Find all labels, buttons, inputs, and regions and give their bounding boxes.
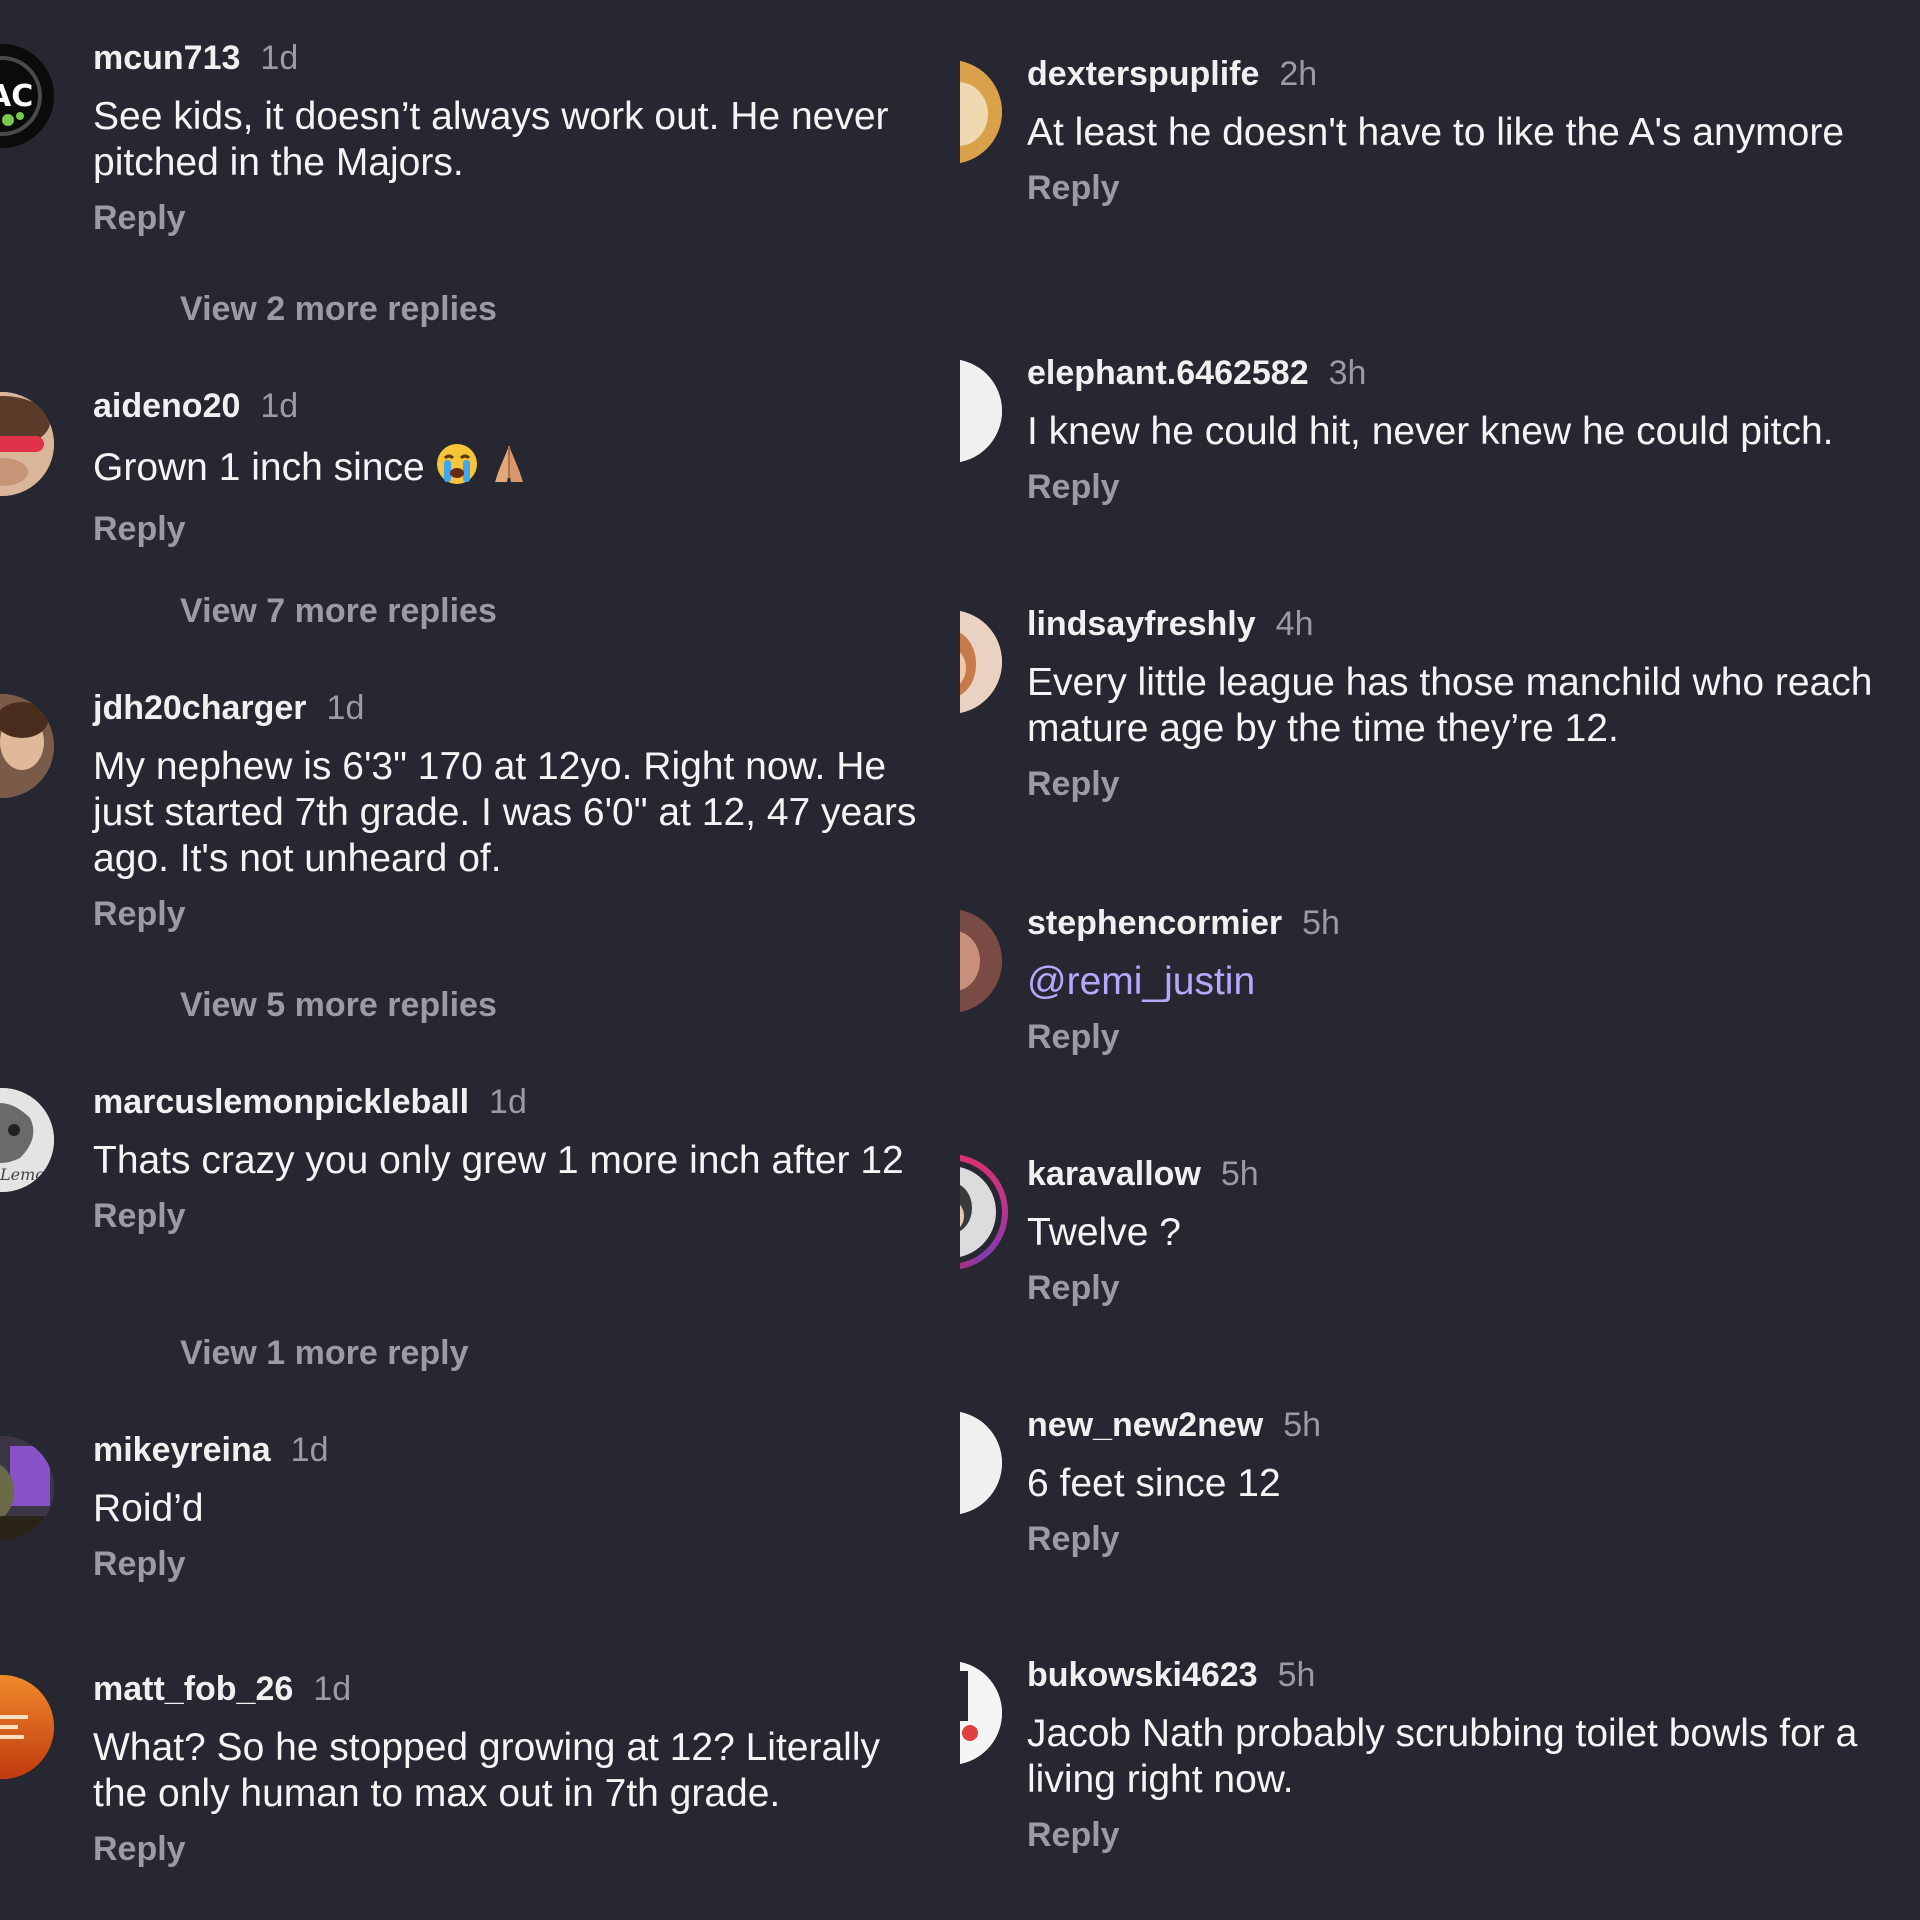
- comment-timestamp: 5h: [1277, 1656, 1316, 1694]
- folded-hands-emoji-icon: [489, 442, 529, 497]
- comment-text: My nephew is 6'3" 170 at 12yo. Right now…: [93, 745, 917, 880]
- avatar-graphic-icon: [0, 1675, 54, 1779]
- view-more-replies-button[interactable]: View 5 more replies: [180, 985, 497, 1025]
- comment-timestamp: 5h: [1220, 1155, 1259, 1193]
- comment-text-row: Grown 1 inch since: [93, 442, 940, 497]
- comment-text: What? So he stopped growing at 12? Liter…: [93, 1726, 880, 1815]
- avatar[interactable]: [960, 359, 1002, 463]
- avatar[interactable]: [0, 694, 54, 798]
- comment-text: At least he doesn't have to like the A's…: [1027, 111, 1845, 154]
- comment-username[interactable]: dexterspuplife: [1027, 55, 1259, 93]
- avatar[interactable]: [960, 1411, 1002, 1515]
- avatar-photo-icon: [960, 610, 1002, 714]
- comment-username[interactable]: jdh20charger: [93, 689, 307, 727]
- avatar-photo-icon: [960, 909, 1002, 1013]
- left-comment-column: AC mcun713 1d See kids, it doesn’t always…: [0, 0, 960, 1920]
- svg-text:AC: AC: [0, 79, 33, 114]
- avatar-photo-icon: [0, 392, 54, 496]
- comment-timestamp: 3h: [1328, 354, 1367, 392]
- comment-username[interactable]: lindsayfreshly: [1027, 605, 1256, 643]
- avatar[interactable]: [960, 909, 1002, 1013]
- avatar-photo-icon: [960, 60, 1002, 164]
- comment-timestamp: 4h: [1275, 605, 1314, 643]
- avatar-photo-icon: [0, 694, 54, 798]
- default-avatar-icon: [960, 1411, 1002, 1515]
- comment-username[interactable]: mcun713: [93, 39, 240, 77]
- reply-button[interactable]: Reply: [93, 198, 940, 238]
- reply-button[interactable]: Reply: [1027, 1519, 1900, 1559]
- comment-timestamp: 1d: [313, 1670, 352, 1708]
- avatar-story-ring[interactable]: [960, 1154, 1008, 1270]
- comment-timestamp: 1d: [326, 689, 365, 727]
- view-more-replies-button[interactable]: View 7 more replies: [180, 591, 497, 631]
- reply-button[interactable]: Reply: [93, 894, 940, 934]
- comment-mention-link[interactable]: @remi_justin: [1027, 959, 1900, 1005]
- comment-text: See kids, it doesn’t always work out. He…: [93, 95, 889, 184]
- comment-username[interactable]: new_new2new: [1027, 1406, 1263, 1444]
- avatar[interactable]: [960, 610, 1002, 714]
- comment-username[interactable]: stephencormier: [1027, 904, 1282, 942]
- crying-face-emoji-icon: [435, 442, 479, 497]
- comment-timestamp: 2h: [1279, 55, 1318, 93]
- avatar[interactable]: AC: [0, 44, 54, 148]
- comment-text: Twelve ?: [1027, 1211, 1181, 1254]
- avatar[interactable]: [960, 60, 1002, 164]
- reply-button[interactable]: Reply: [93, 509, 940, 549]
- comment-timestamp: 5h: [1302, 904, 1340, 942]
- comment-username[interactable]: bukowski4623: [1027, 1656, 1258, 1694]
- reply-button[interactable]: Reply: [1027, 1815, 1900, 1855]
- comment-username[interactable]: karavallow: [1027, 1155, 1201, 1193]
- comment-text: Thats crazy you only grew 1 more inch af…: [93, 1139, 904, 1182]
- reply-button[interactable]: Reply: [1027, 1268, 1900, 1308]
- reply-button[interactable]: Reply: [93, 1196, 940, 1236]
- avatar[interactable]: [0, 392, 54, 496]
- avatar[interactable]: [960, 1661, 1002, 1765]
- avatar-drawing-icon: Lemo: [0, 1088, 54, 1192]
- comment-text: 6 feet since 12: [1027, 1462, 1281, 1505]
- view-more-replies-button[interactable]: View 2 more replies: [180, 289, 497, 329]
- comment-text: I knew he could hit, never knew he could…: [1027, 410, 1834, 453]
- avatar-photo-icon: [960, 1160, 1002, 1264]
- reply-button[interactable]: Reply: [1027, 467, 1900, 507]
- comment-timestamp: 1d: [489, 1083, 527, 1121]
- comment-timestamp: 1d: [260, 387, 299, 425]
- comment-text: Grown 1 inch since: [93, 446, 425, 489]
- avatar[interactable]: [0, 1436, 54, 1540]
- comment-text: Jacob Nath probably scrubbing toilet bow…: [1027, 1712, 1858, 1801]
- avatar[interactable]: [0, 1675, 54, 1779]
- default-avatar-icon: [960, 359, 1002, 463]
- svg-text:Lemo: Lemo: [0, 1165, 45, 1184]
- comment-username[interactable]: mikeyreina: [93, 1431, 271, 1469]
- reply-button[interactable]: Reply: [1027, 1017, 1900, 1057]
- comment-timestamp: 1d: [290, 1431, 329, 1469]
- comment-username[interactable]: elephant.6462582: [1027, 354, 1309, 392]
- view-more-replies-button[interactable]: View 1 more reply: [180, 1333, 469, 1373]
- reply-button[interactable]: Reply: [1027, 764, 1900, 804]
- comment-username[interactable]: aideno20: [93, 387, 240, 425]
- comment-username[interactable]: marcuslemonpickleball: [93, 1083, 469, 1121]
- comment-timestamp: 1d: [260, 39, 299, 77]
- comment-timestamp: 5h: [1283, 1406, 1322, 1444]
- avatar-graphic-icon: [960, 1661, 1002, 1765]
- reply-button[interactable]: Reply: [93, 1544, 940, 1584]
- reply-button[interactable]: Reply: [1027, 168, 1900, 208]
- avatar-photo-icon: [0, 1436, 54, 1540]
- avatar-logo-icon: AC: [0, 44, 54, 148]
- comment-text: Every little league has those manchild w…: [1027, 661, 1873, 750]
- comment-username[interactable]: matt_fob_26: [93, 1670, 293, 1708]
- comment-text: Roid’d: [93, 1487, 204, 1530]
- right-comment-column: dexterspuplife 2h At least he doesn't hav…: [960, 0, 1920, 1920]
- reply-button[interactable]: Reply: [93, 1829, 940, 1869]
- avatar[interactable]: Lemo: [0, 1088, 54, 1192]
